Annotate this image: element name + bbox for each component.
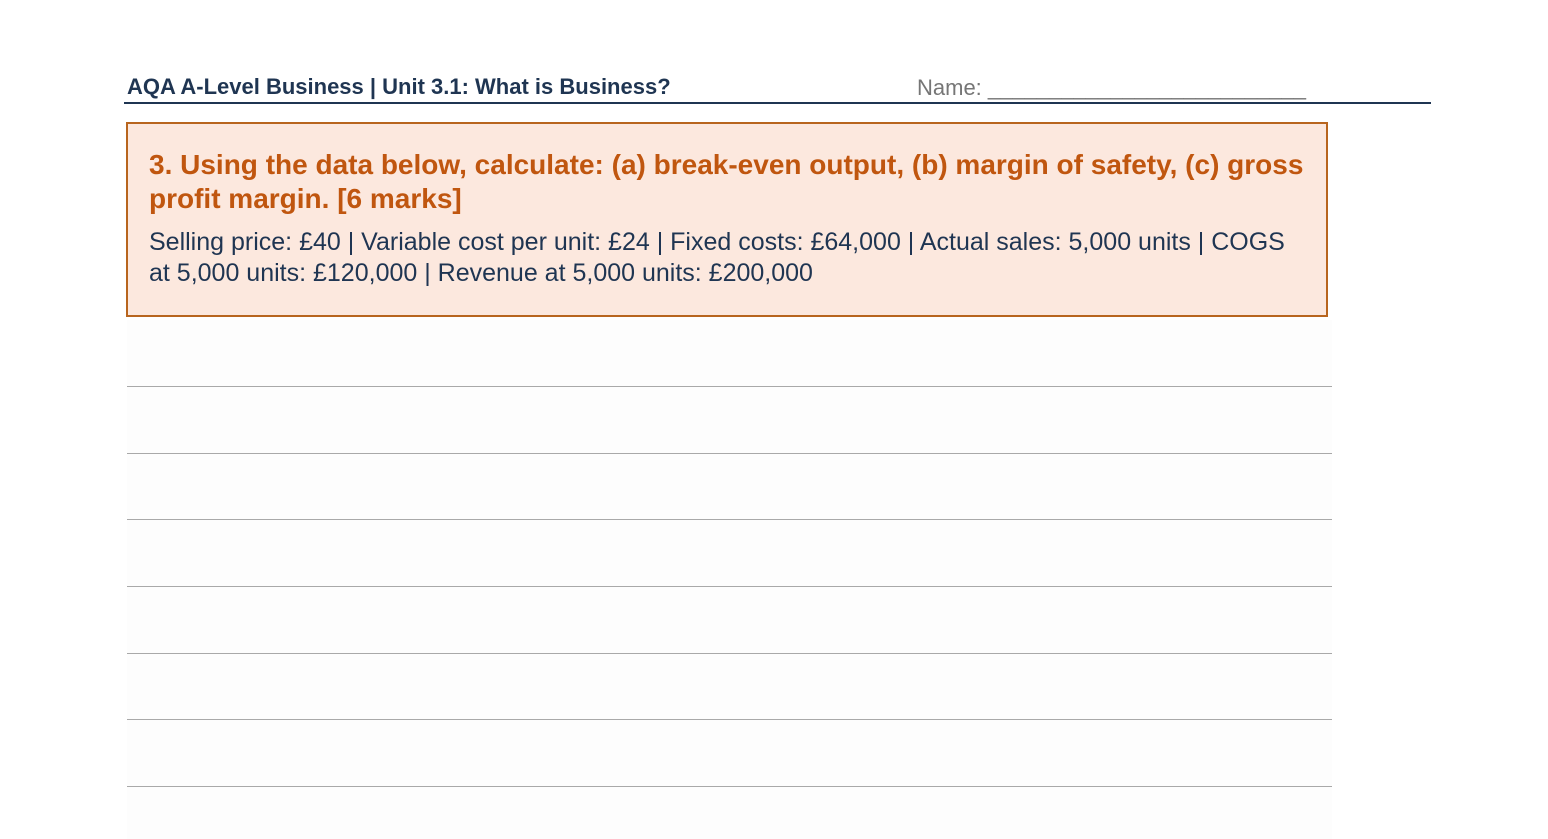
answer-area[interactable]: [127, 320, 1332, 839]
answer-line: [127, 386, 1332, 387]
answer-line: [127, 653, 1332, 654]
question-title: 3. Using the data below, calculate: (a) …: [149, 149, 1304, 214]
answer-line: [127, 786, 1332, 787]
answer-line: [127, 586, 1332, 587]
name-field-label: Name: __________________________: [917, 75, 1307, 100]
worksheet-header: AQA A-Level Business | Unit 3.1: What is…: [124, 70, 1431, 104]
worksheet-title: AQA A-Level Business | Unit 3.1: What is…: [127, 74, 671, 99]
question-box: 3. Using the data below, calculate: (a) …: [126, 122, 1328, 317]
answer-line: [127, 719, 1332, 720]
question-data: Selling price: £40 | Variable cost per u…: [149, 228, 1285, 287]
answer-line: [127, 453, 1332, 454]
answer-line: [127, 519, 1332, 520]
